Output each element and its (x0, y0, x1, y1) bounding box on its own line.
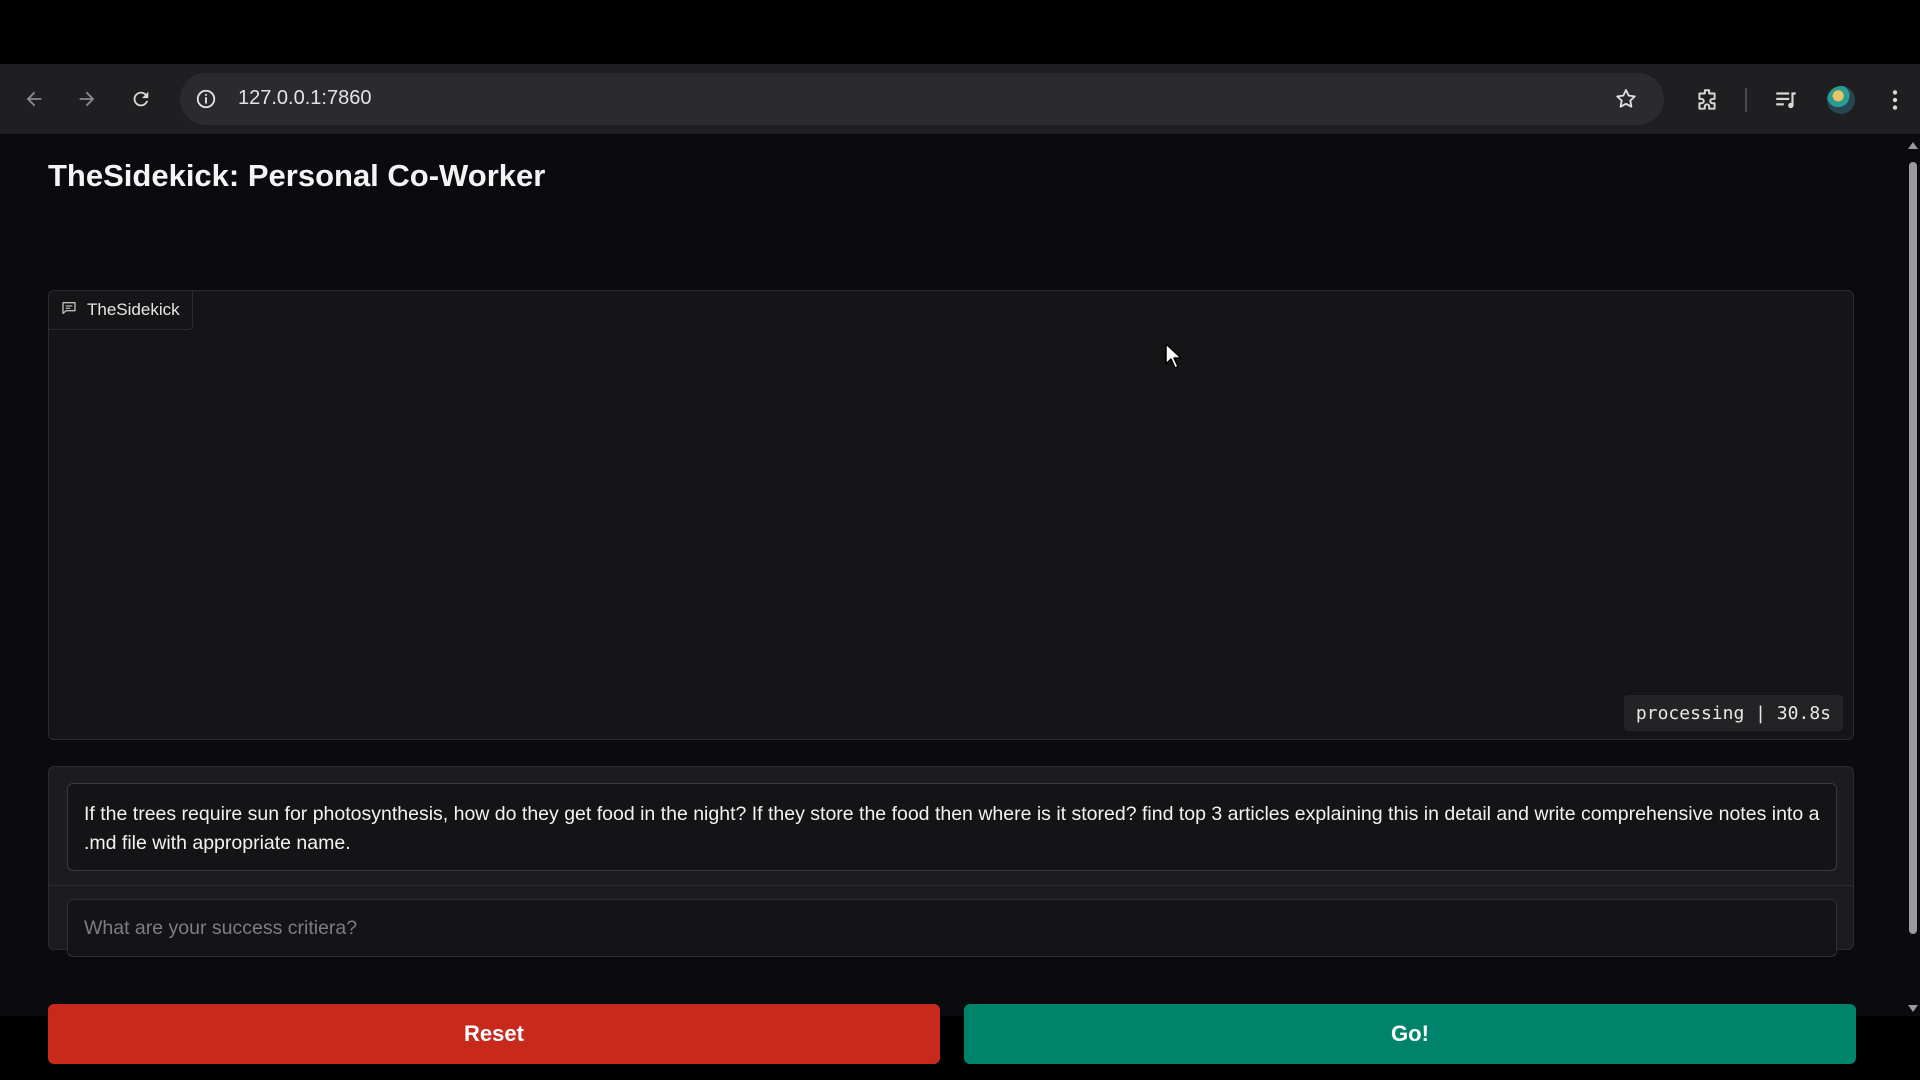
toolbar-divider (1745, 88, 1747, 112)
input-group: If the trees require sun for photosynthe… (48, 766, 1854, 957)
url-text[interactable]: 127.0.0.1:7860 (238, 87, 371, 110)
site-info-icon[interactable] (192, 85, 220, 113)
profile-avatar[interactable] (1826, 85, 1856, 115)
chatbot-label-text: TheSidekick (87, 300, 180, 319)
go-button[interactable]: Go! (964, 1004, 1856, 1064)
back-arrow-icon[interactable] (20, 85, 48, 113)
chatbot-panel: TheSidekick processing | 30.8s (48, 290, 1854, 740)
scroll-down-arrow-icon[interactable] (1908, 1005, 1918, 1012)
browser-window: 127.0.0.1:7860 TheSidekick: Personal Co-… (0, 64, 1920, 1064)
page-scrollbar[interactable] (1906, 134, 1920, 1016)
media-controls-icon[interactable] (1771, 85, 1801, 115)
scrollbar-thumb[interactable] (1909, 162, 1917, 934)
browser-toolbar: 127.0.0.1:7860 (0, 64, 1920, 134)
extensions-icon[interactable] (1692, 85, 1722, 115)
success-criteria-input[interactable] (67, 899, 1837, 957)
forward-arrow-icon[interactable] (73, 85, 101, 113)
reload-icon[interactable] (127, 85, 155, 113)
reset-button[interactable]: Reset (48, 1004, 940, 1064)
chat-bubble-icon (61, 300, 77, 321)
page-content: TheSidekick: Personal Co-Worker TheSidek… (0, 134, 1906, 1064)
scroll-up-arrow-icon[interactable] (1908, 142, 1918, 149)
processing-status: processing | 30.8s (1623, 695, 1843, 731)
chatbot-label: TheSidekick (49, 291, 193, 330)
more-menu-icon[interactable] (1880, 85, 1910, 115)
input-divider (49, 885, 1853, 886)
page-title: TheSidekick: Personal Co-Worker (48, 158, 546, 193)
mouse-cursor-icon (1165, 343, 1182, 369)
address-bar[interactable]: 127.0.0.1:7860 (180, 73, 1664, 125)
message-input[interactable]: If the trees require sun for photosynthe… (67, 783, 1837, 871)
bookmark-star-icon[interactable] (1612, 85, 1640, 113)
